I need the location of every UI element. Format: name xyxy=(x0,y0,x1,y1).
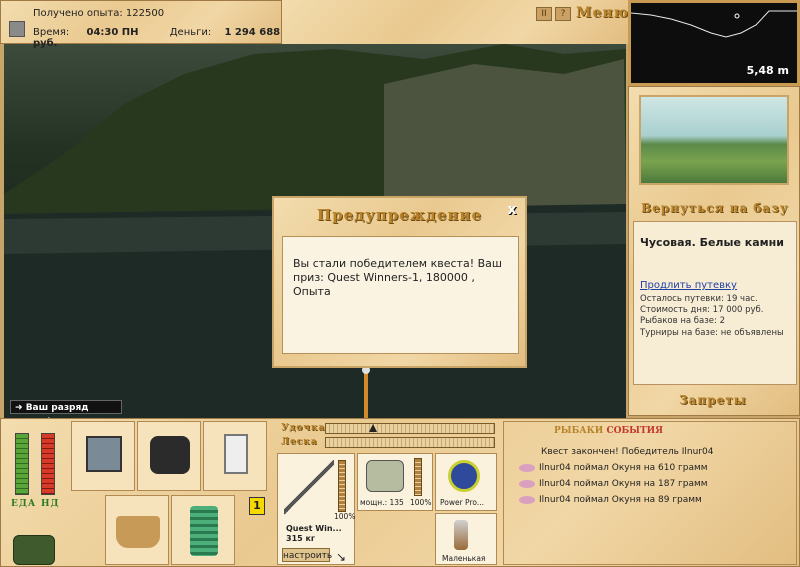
lure-icon xyxy=(454,520,468,550)
line-name: Power Pro... xyxy=(440,498,484,507)
help-button[interactable]: ? xyxy=(555,7,571,21)
pointer-icon: ↘ xyxy=(336,550,347,564)
backpack-icon xyxy=(150,436,190,474)
rod-tension-bar xyxy=(325,423,495,434)
bottom-panel: ЕДА НД 1 Удочка Леска 100% Quest Win... … xyxy=(0,418,800,567)
phone-slot[interactable] xyxy=(203,421,267,491)
experience-label: Получено опыта: xyxy=(33,8,123,19)
arrow-icon: ➜ xyxy=(15,403,23,413)
base-panel: Вернуться на базу Чусовая. Белые камни П… xyxy=(628,86,800,416)
rank-notice[interactable]: ➜ Ваш разряд вырос! xyxy=(10,400,122,418)
remaining-time: Осталось путевки: 19 час. xyxy=(640,294,758,304)
close-icon[interactable]: x xyxy=(505,203,519,218)
extend-voucher-link[interactable]: Продлить путевку xyxy=(640,280,737,291)
energy-label: НД xyxy=(41,499,60,509)
bans-button[interactable]: Запреты xyxy=(679,393,747,407)
reel-percent: 100% xyxy=(410,498,432,507)
dialog-message-box: Вы стали победителем квеста! Ваш приз: Q… xyxy=(282,236,519,354)
time-value: 04:30 ПН xyxy=(86,27,139,38)
phone-icon xyxy=(224,434,248,474)
pause-button[interactable]: II xyxy=(536,7,552,21)
dialog-title: Предупреждение xyxy=(316,206,483,224)
events-tabs: РЫБАКИ СОБЫТИЯ xyxy=(554,426,663,436)
food-label: ЕДА xyxy=(11,499,37,509)
rod-percent: 100% xyxy=(334,512,356,521)
backpack-slot[interactable] xyxy=(137,421,201,491)
rod-durability-meter xyxy=(338,460,346,512)
depth-value: 5,48 m xyxy=(746,64,789,77)
line-slot[interactable]: Power Pro... xyxy=(435,453,497,511)
level-badge: 1 xyxy=(249,497,265,515)
event-list-item: Ilnur04 поймал Окуня на 89 грамм xyxy=(519,495,702,505)
line-tension-bar xyxy=(325,437,495,448)
fish-icon xyxy=(519,495,535,504)
tackle-box-icon xyxy=(86,436,122,472)
experience-row: Получено опыта: 122500 xyxy=(33,8,164,19)
hook-name: Маленькая xyxy=(442,554,486,563)
reel-power: мощн.: 135 xyxy=(360,498,404,507)
base-info-box: Чусовая. Белые камни Продлить путевку Ос… xyxy=(633,221,797,385)
tackle-box-slot[interactable] xyxy=(71,421,135,491)
time-label: Время: xyxy=(33,27,70,38)
warning-dialog: Предупреждение x Вы стали победителем кв… xyxy=(272,196,527,368)
rod-icon xyxy=(284,460,334,520)
day-cost: Стоимость дня: 17 000 руб. xyxy=(640,305,764,315)
event-list-item: Ilnur04 поймал Окуня на 610 грамм xyxy=(519,463,708,473)
reel-icon xyxy=(366,460,404,492)
menu-button[interactable]: Меню xyxy=(576,5,629,21)
money-value: 1 294 688 руб. xyxy=(33,27,281,49)
keepnet-icon xyxy=(190,506,218,556)
location-name: Чусовая. Белые камни xyxy=(640,236,784,249)
fishers-count: Рыбаков на базе: 2 xyxy=(640,316,725,326)
keepnet-slot[interactable] xyxy=(171,495,235,565)
rod-label: Удочка xyxy=(281,423,326,433)
player-info-panel: Получено опыта: 122500 Время: 04:30 ПН Д… xyxy=(0,0,282,49)
basket-slot[interactable] xyxy=(105,495,169,565)
energy-meter xyxy=(41,433,55,495)
reel-durability-meter xyxy=(414,458,422,496)
tab-fishers[interactable]: РЫБАКИ xyxy=(554,426,603,436)
hook-slot[interactable]: Маленькая xyxy=(435,513,497,565)
line-label: Леска xyxy=(281,437,318,447)
depth-map[interactable]: 5,48 m xyxy=(628,0,800,86)
fish-icon xyxy=(519,479,535,488)
dialog-message: Вы стали победителем квеста! Ваш приз: Q… xyxy=(293,257,502,298)
experience-value: 122500 xyxy=(125,8,165,19)
setup-button[interactable]: настроить xyxy=(282,548,332,562)
rod-slot[interactable]: 100% Quest Win... 315 кг настроить ↘ xyxy=(277,453,355,565)
event-quest-finished: Квест закончен! Победитель Ilnur04 xyxy=(541,447,714,457)
picnic-basket-icon xyxy=(116,516,160,548)
tab-events[interactable]: СОБЫТИЯ xyxy=(606,426,663,436)
time-row: Время: 04:30 ПН Деньги: 1 294 688 руб. xyxy=(33,27,281,49)
line-spool-icon xyxy=(448,460,480,492)
food-meter xyxy=(15,433,29,495)
money-label: Деньги: xyxy=(169,27,212,38)
tournaments-info: Турниры на базе: не объявлены xyxy=(640,328,784,338)
base-landscape-image xyxy=(639,95,789,185)
rod-marker-icon xyxy=(369,424,377,432)
return-to-base-button[interactable]: Вернуться на базу xyxy=(641,201,788,215)
events-panel: РЫБАКИ СОБЫТИЯ xyxy=(503,421,797,565)
reel-slot[interactable]: мощн.: 135 100% xyxy=(357,453,433,511)
bag-icon[interactable] xyxy=(13,535,55,565)
rod-weight: 315 кг xyxy=(286,534,316,543)
rod-name: Quest Win... xyxy=(286,524,342,533)
fish-icon xyxy=(519,463,535,472)
event-list-item: Ilnur04 поймал Окуня на 187 грамм xyxy=(519,479,708,489)
lock-icon[interactable] xyxy=(9,21,25,37)
